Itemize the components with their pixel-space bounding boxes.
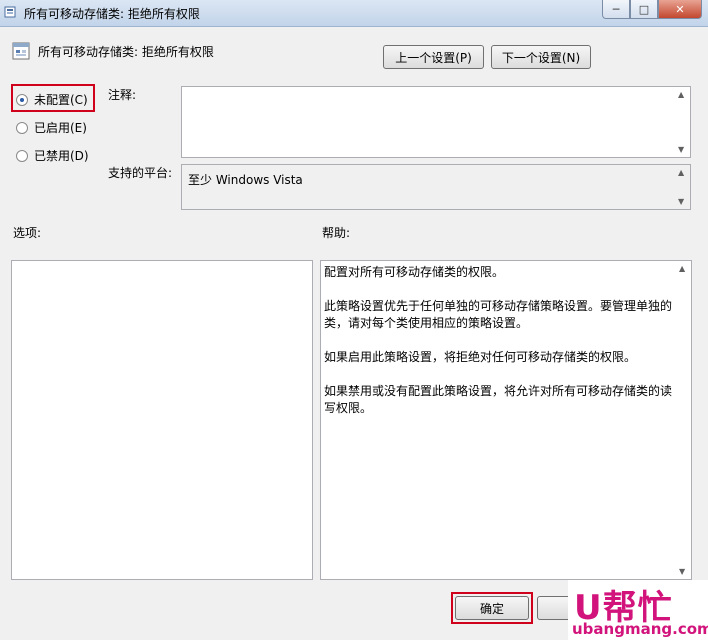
radio-button-checked[interactable] [16, 93, 28, 106]
policy-title: 所有可移动存储类: 拒绝所有权限 [38, 45, 214, 59]
window-title: 所有可移动存储类: 拒绝所有权限 [24, 7, 200, 21]
comment-label: 注释: [108, 88, 137, 102]
radio-disabled[interactable]: 已禁用(D) [16, 147, 89, 164]
platform-scrollbar[interactable]: ▲ ▼ [674, 165, 690, 209]
radio-button[interactable] [16, 121, 28, 134]
minimize-button[interactable]: ─ [602, 0, 630, 19]
comment-textarea[interactable]: ▲ ▼ [181, 86, 691, 158]
radio-label: 未配置(C) [34, 93, 88, 107]
scroll-down-icon[interactable]: ▼ [679, 567, 685, 576]
help-scrollbar[interactable]: ▲ ▼ [675, 261, 691, 579]
maximize-icon: □ [638, 2, 650, 16]
previous-setting-button[interactable]: 上一个设置(P) [383, 45, 484, 69]
radio-not-configured[interactable]: 未配置(C) [16, 91, 88, 108]
scroll-down-icon[interactable]: ▼ [678, 197, 684, 206]
comment-scrollbar[interactable]: ▲ ▼ [674, 87, 690, 157]
policy-setting-icon [12, 42, 30, 60]
next-setting-button[interactable]: 下一个设置(N) [491, 45, 591, 69]
watermark-logo: U帮忙 ubangmang.com [568, 580, 708, 640]
scroll-down-icon[interactable]: ▼ [678, 145, 684, 154]
minimize-icon: ─ [612, 2, 620, 16]
title-bar[interactable]: 所有可移动存储类: 拒绝所有权限 ─ □ ✕ [0, 0, 708, 27]
help-label: 帮助: [322, 226, 351, 240]
policy-app-icon [4, 6, 16, 18]
options-panel [11, 260, 313, 580]
close-button[interactable]: ✕ [658, 0, 702, 19]
scroll-up-icon[interactable]: ▲ [678, 90, 684, 99]
platform-field: 至少 Windows Vista ▲ ▼ [181, 164, 691, 210]
help-paragraph: 如果禁用或没有配置此策略设置，将允许对所有可移动存储类的读写权限。 [324, 384, 673, 415]
help-paragraph: 如果启用此策略设置，将拒绝对任何可移动存储类的权限。 [324, 350, 637, 364]
platform-label: 支持的平台: [108, 166, 173, 180]
options-label: 选项: [13, 226, 42, 240]
help-paragraph: 配置对所有可移动存储类的权限。 [324, 265, 505, 279]
radio-label: 已禁用(D) [34, 149, 89, 163]
radio-button[interactable] [16, 149, 28, 162]
maximize-button[interactable]: □ [630, 0, 658, 19]
help-paragraph: 此策略设置优先于任何单独的可移动存储策略设置。要管理单独的类，请对每个类使用相应… [324, 299, 673, 330]
close-icon: ✕ [675, 2, 685, 16]
help-panel[interactable]: 配置对所有可移动存储类的权限。 此策略设置优先于任何单独的可移动存储策略设置。要… [320, 260, 692, 580]
help-text: 配置对所有可移动存储类的权限。 此策略设置优先于任何单独的可移动存储策略设置。要… [324, 264, 673, 434]
scroll-up-icon[interactable]: ▲ [679, 264, 685, 273]
scroll-up-icon[interactable]: ▲ [678, 168, 684, 177]
ok-button[interactable]: 确定 [455, 596, 529, 620]
radio-label: 已启用(E) [34, 121, 87, 135]
watermark-url: ubangmang.com [572, 620, 708, 638]
platform-value: 至少 Windows Vista [188, 173, 303, 187]
radio-enabled[interactable]: 已启用(E) [16, 119, 87, 136]
